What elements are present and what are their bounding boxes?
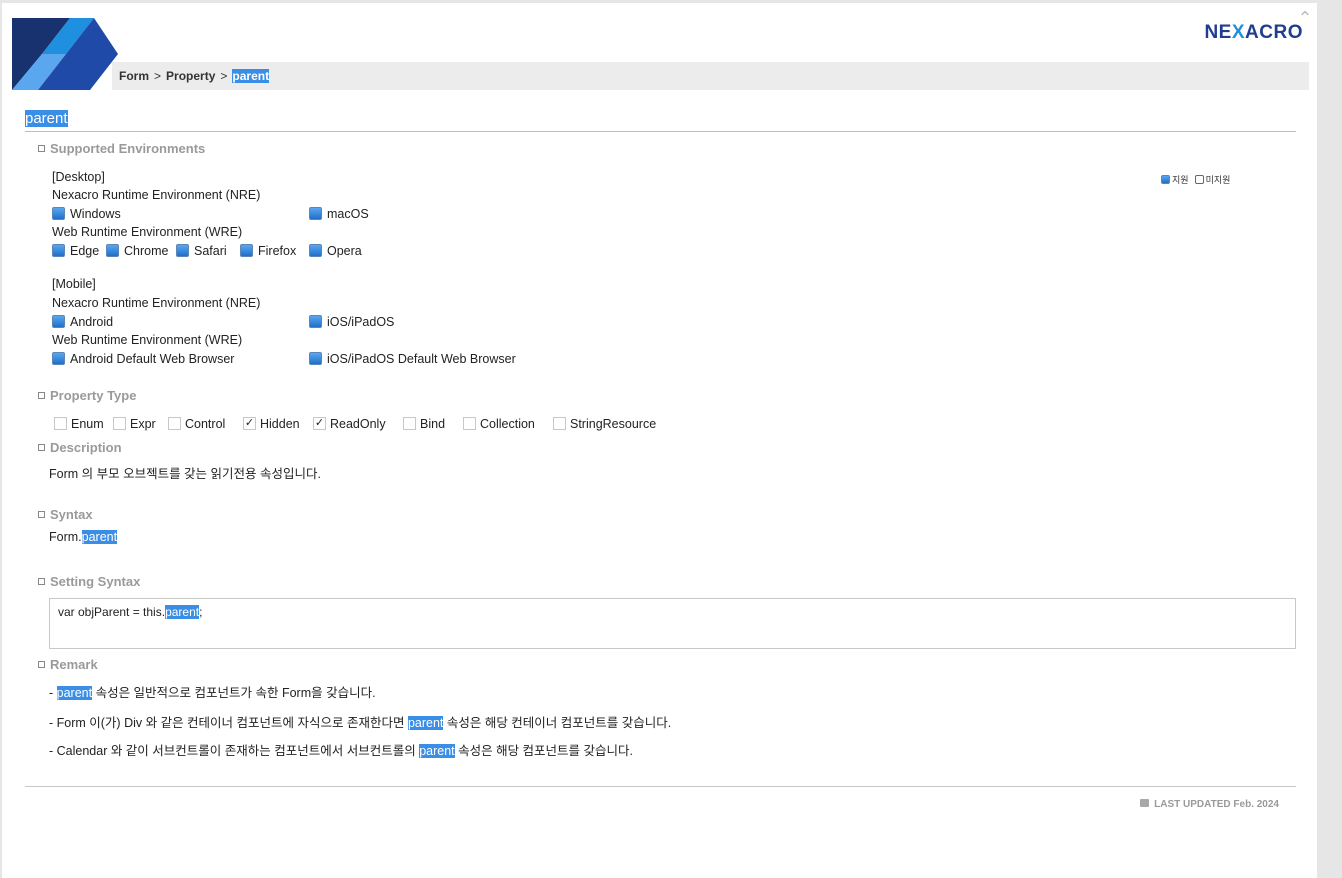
checkmark-icon: ✓ [313,417,326,431]
mobile-nre-label: Nexacro Runtime Environment (NRE) [52,296,261,310]
brand-logo-text: NEXACRO [1204,22,1303,43]
env-windows: Windows [52,207,121,221]
checkbox-checked-icon [106,244,119,258]
checkbox-checked-icon [309,244,322,258]
ptype-readonly: ✓ ReadOnly [313,417,386,431]
ptype-hidden: ✓ Hidden [243,417,300,431]
remark-2: - Form 이(가) Div 와 같은 컨테이너 컴포넌트에 자식으로 존재한… [49,716,672,730]
section-description: Description [38,440,122,455]
env-macos: macOS [309,207,369,221]
divider [25,131,1296,132]
code-line: var objParent = this.parent; [58,605,203,619]
chevron-right-icon: > [220,69,228,83]
checkbox-checked-icon [309,315,322,329]
checkbox-checked-icon [52,207,65,221]
checkbox-empty-icon [168,417,181,431]
section-setting-syntax: Setting Syntax [38,574,140,589]
syntax-text: Form.parent [49,530,118,544]
checkbox-empty-icon [553,417,566,431]
nexacro-logo-icon [12,18,118,94]
checkbox-empty-icon [1194,175,1204,185]
breadcrumb-item-property[interactable]: Property [166,69,215,83]
page-title: parent [25,110,68,127]
breadcrumb: Form > Property > parent [112,62,1309,90]
last-updated-icon [1140,799,1150,808]
section-supported-environments: Supported Environments [38,141,205,156]
mobile-wre-label: Web Runtime Environment (WRE) [52,333,243,347]
checkbox-empty-icon [54,417,67,431]
env-firefox: Firefox [240,244,296,258]
chevron-right-icon: > [154,69,162,83]
checkbox-checked-icon [240,244,253,258]
section-syntax: Syntax [38,507,93,522]
env-ios: iOS/iPadOS [309,315,394,329]
remark-1: - parent 속성은 일반적으로 컴포넌트가 속한 Form을 갖습니다. [49,686,376,700]
checkbox-checked-icon [1161,175,1170,185]
ptype-control: Control [168,417,225,431]
env-android: Android [52,315,113,329]
checkbox-checked-icon [309,207,322,221]
description-text: Form 의 부모 오브젝트를 갖는 읽기전용 속성입니다. [49,467,321,481]
checkbox-checked-icon [52,352,65,366]
support-legend: 지원 미지원 [1161,173,1230,186]
mobile-label: [Mobile] [52,277,96,291]
checkbox-checked-icon [52,244,65,258]
breadcrumb-item-current: parent [232,69,270,83]
ptype-stringresource: StringResource [553,417,656,431]
env-ios-browser: iOS/iPadOS Default Web Browser [309,352,516,366]
env-android-browser: Android Default Web Browser [52,352,234,366]
remark-3: - Calendar 와 같이 서브컨트롤이 존재하는 컴포넌트에서 서브컨트롤… [49,744,634,758]
ptype-expr: Expr [113,417,156,431]
checkbox-empty-icon [463,417,476,431]
breadcrumb-item-form[interactable]: Form [119,69,149,83]
desktop-nre-label: Nexacro Runtime Environment (NRE) [52,188,261,202]
section-remark: Remark [38,657,98,672]
checkbox-empty-icon [403,417,416,431]
last-updated: LAST UPDATED Feb. 2024 [1140,799,1279,810]
env-edge: Edge [52,244,99,258]
checkbox-empty-icon [113,417,126,431]
code-box: var objParent = this.parent; [49,598,1296,649]
checkbox-checked-icon [309,352,322,366]
checkbox-checked-icon [52,315,65,329]
checkmark-icon: ✓ [243,417,256,431]
document-page: ⌃ NEXACRO Form > Property > parent parent Su… [2,3,1317,878]
env-opera: Opera [309,244,362,258]
env-safari: Safari [176,244,227,258]
ptype-bind: Bind [403,417,445,431]
desktop-wre-label: Web Runtime Environment (WRE) [52,225,243,239]
ptype-collection: Collection [463,417,535,431]
section-property-type: Property Type [38,388,136,403]
ptype-enum: Enum [54,417,104,431]
checkbox-checked-icon [176,244,189,258]
footer-divider [25,786,1296,787]
desktop-label: [Desktop] [52,170,105,184]
env-chrome: Chrome [106,244,168,258]
